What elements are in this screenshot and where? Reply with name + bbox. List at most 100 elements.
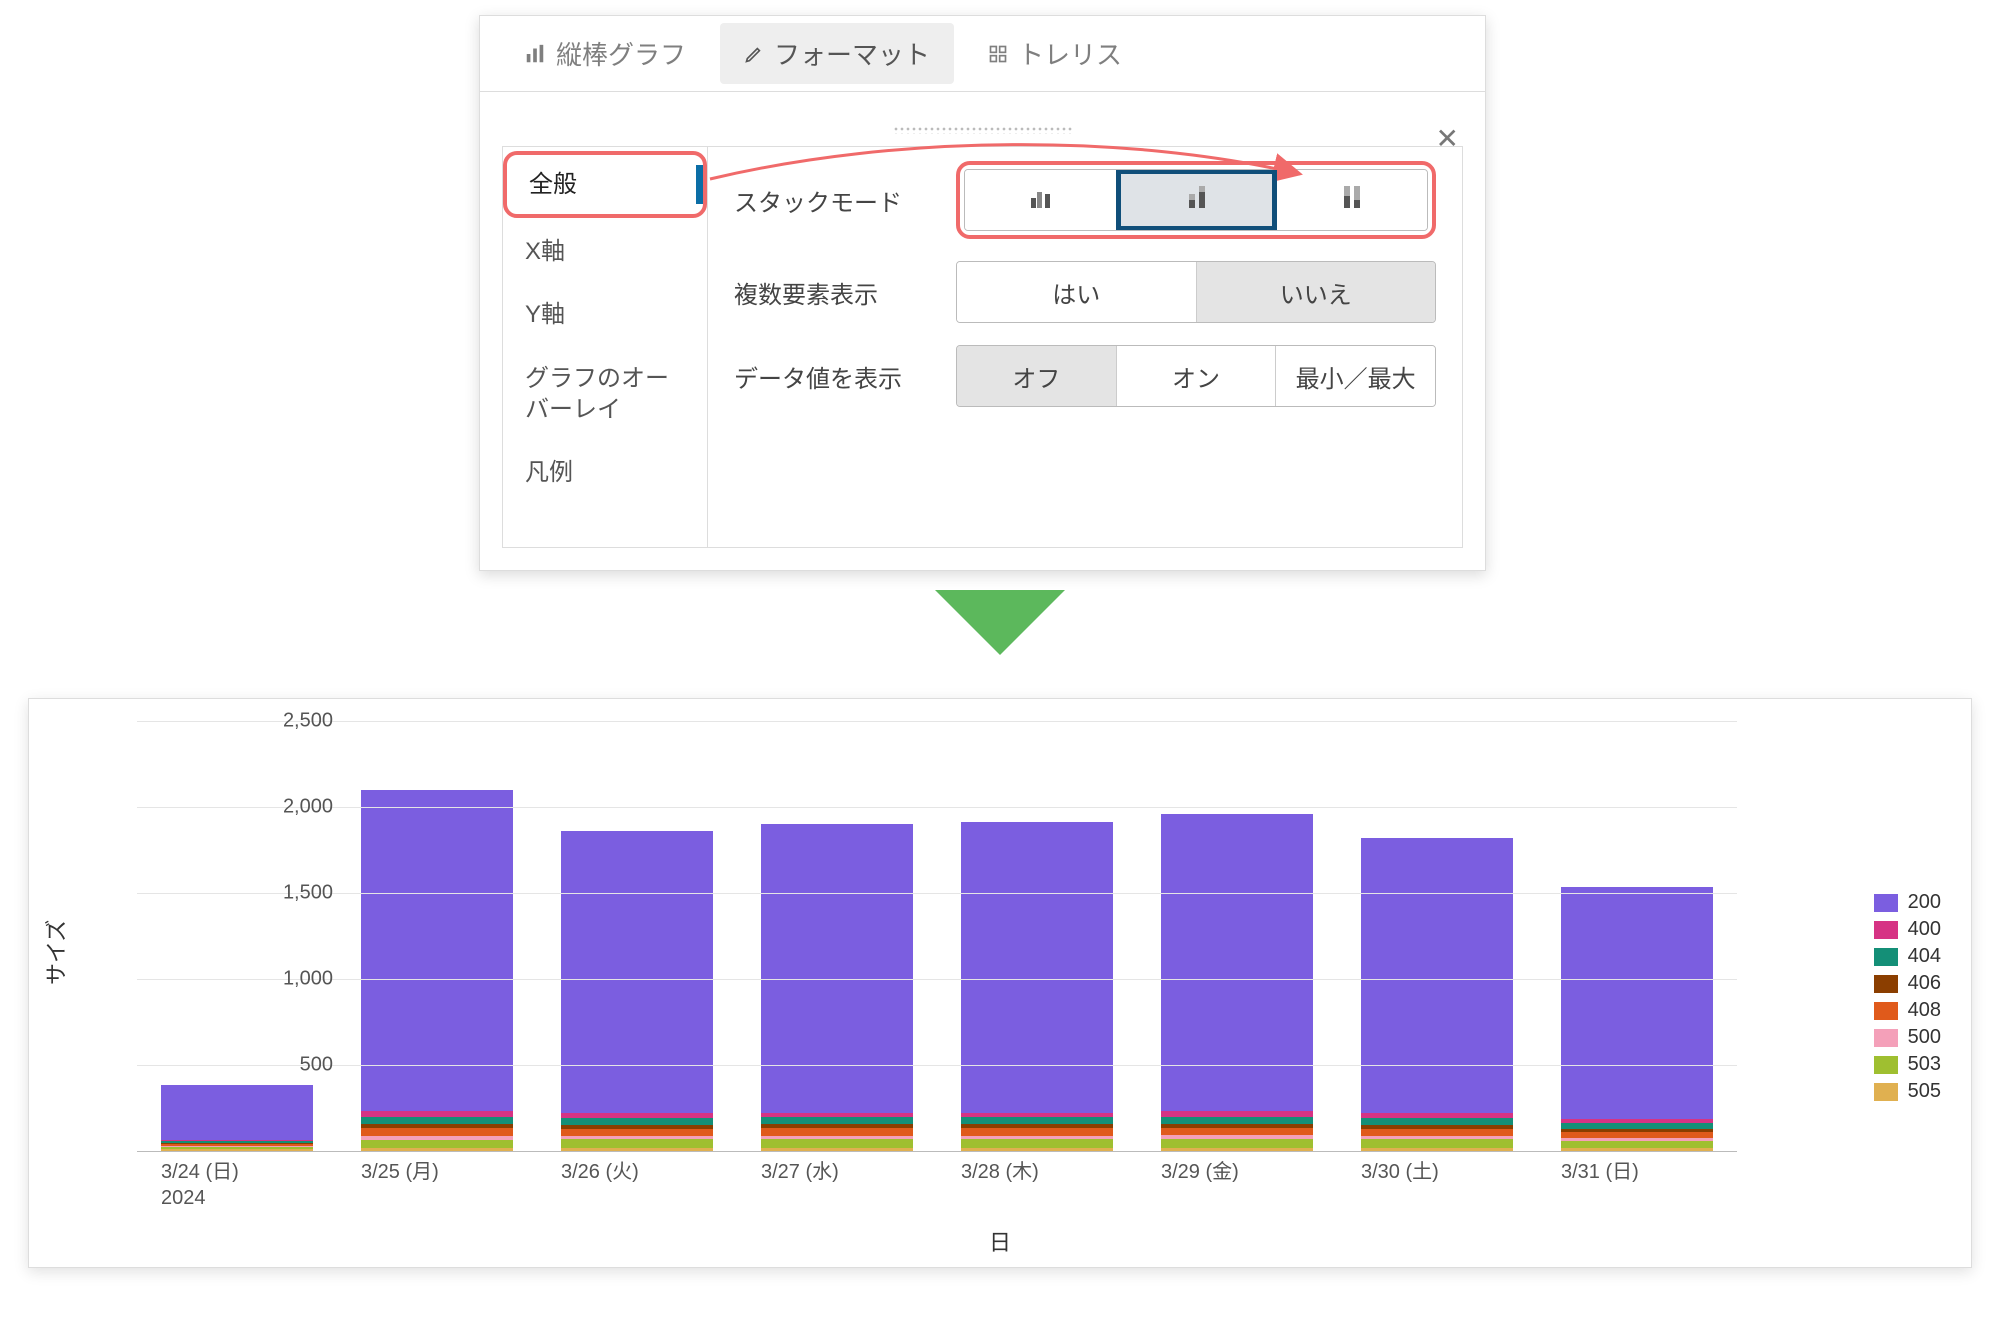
x-tick-label: 3/29 (金) <box>1161 1159 1239 1185</box>
stacked-bars-icon <box>1183 184 1211 217</box>
sidebar-item-label: X軸 <box>525 238 565 265</box>
seg-label: 最小／最大 <box>1296 359 1416 394</box>
settings-area: スタックモード <box>708 147 1462 547</box>
row-label: スタックモード <box>734 183 934 218</box>
stack-mode-100pct[interactable] <box>1276 170 1427 230</box>
show-values-minmax[interactable]: 最小／最大 <box>1276 346 1435 406</box>
gridline <box>137 721 1737 722</box>
tab-format[interactable]: フォーマット <box>720 23 954 84</box>
bar-segment <box>161 1085 313 1140</box>
bar-stack[interactable] <box>1561 887 1713 1151</box>
bar-stack[interactable] <box>961 822 1113 1151</box>
row-multi-elements: 複数要素表示 はい いいえ <box>734 261 1436 323</box>
format-settings-panel: 縦棒グラフ フォーマット トレリス ✕ 全般 X軸 Y軸 <box>479 15 1486 571</box>
y-axis-label: サイズ <box>39 920 71 985</box>
bar-segment <box>761 1139 913 1147</box>
stack-mode-none[interactable] <box>965 170 1117 230</box>
legend-item[interactable]: 200 <box>1874 891 1941 914</box>
sidebar-item-legend[interactable]: 凡例 <box>503 443 707 502</box>
y-tick-label: 2,500 <box>253 710 333 733</box>
gridline <box>137 893 1737 894</box>
sidebar-item-label: グラフのオーバーレイ <box>525 365 669 423</box>
stack-mode-group <box>964 169 1428 231</box>
drag-handle[interactable] <box>893 126 1073 134</box>
gridline <box>137 1065 1737 1066</box>
legend-label: 200 <box>1908 891 1941 914</box>
legend-label: 500 <box>1908 1026 1941 1049</box>
sidebar-item-overlay[interactable]: グラフのオーバーレイ <box>503 349 707 439</box>
legend-swatch <box>1874 948 1898 966</box>
sidebar-item-yaxis[interactable]: Y軸 <box>503 285 707 344</box>
bar-segment <box>561 1129 713 1136</box>
bar-segment <box>361 1117 513 1124</box>
seg-label: いいえ <box>1280 275 1352 310</box>
bar-stack[interactable] <box>1161 814 1313 1151</box>
grouped-bars-icon <box>1027 184 1055 217</box>
multi-elem-yes[interactable]: はい <box>957 262 1197 322</box>
bar-stack[interactable] <box>161 1085 313 1151</box>
bar-stack[interactable] <box>561 831 713 1151</box>
show-values-group: オフ オン 最小／最大 <box>956 345 1436 407</box>
sidebar-item-general[interactable]: 全般 <box>503 151 707 218</box>
x-tick-label: 3/30 (土) <box>1361 1159 1439 1185</box>
legend-item[interactable]: 404 <box>1874 945 1941 968</box>
legend-item[interactable]: 503 <box>1874 1053 1941 1076</box>
row-show-values: データ値を表示 オフ オン 最小／最大 <box>734 345 1436 407</box>
bar-segment <box>1161 1139 1313 1147</box>
row-label: データ値を表示 <box>734 359 934 394</box>
bar-stack[interactable] <box>761 824 913 1151</box>
show-values-off[interactable]: オフ <box>957 346 1117 406</box>
bar-segment <box>361 790 513 1112</box>
y-tick-label: 2,000 <box>253 796 333 819</box>
x-tick-label: 3/24 (日)2024 <box>161 1159 239 1211</box>
bar-segment <box>361 1128 513 1136</box>
sidebar-item-label: 凡例 <box>525 459 573 486</box>
legend-swatch <box>1874 1056 1898 1074</box>
bar-slot <box>137 721 337 1151</box>
sidebar-item-label: Y軸 <box>525 301 565 328</box>
legend-swatch <box>1874 921 1898 939</box>
bar-slot <box>937 721 1137 1151</box>
legend-item[interactable]: 505 <box>1874 1080 1941 1103</box>
legend-item[interactable]: 408 <box>1874 999 1941 1022</box>
y-tick-label: 1,000 <box>253 968 333 991</box>
stack-mode-highlight <box>956 161 1436 239</box>
legend-label: 505 <box>1908 1080 1941 1103</box>
legend-item[interactable]: 406 <box>1874 972 1941 995</box>
tab-format-label: フォーマット <box>774 35 930 72</box>
stacked-100-icon <box>1338 184 1366 217</box>
bar-stack[interactable] <box>1361 838 1513 1151</box>
bar-segment <box>1561 887 1713 1119</box>
y-tick-label: 500 <box>253 1054 333 1077</box>
legend-label: 408 <box>1908 999 1941 1022</box>
seg-label: オン <box>1172 359 1220 394</box>
legend-item[interactable]: 400 <box>1874 918 1941 941</box>
bar-segment <box>761 1128 913 1135</box>
seg-label: はい <box>1052 275 1100 310</box>
chart-legend: 200 400 404 406 408 500 503 505 <box>1874 891 1941 1103</box>
tab-bar-chart[interactable]: 縦棒グラフ <box>500 23 710 84</box>
show-values-on[interactable]: オン <box>1117 346 1277 406</box>
panel-tabs: 縦棒グラフ フォーマット トレリス <box>480 16 1485 92</box>
bar-segment <box>1161 1117 1313 1124</box>
legend-label: 400 <box>1908 918 1941 941</box>
panel-body: 全般 X軸 Y軸 グラフのオーバーレイ 凡例 スタックモード <box>502 146 1463 548</box>
legend-item[interactable]: 500 <box>1874 1026 1941 1049</box>
multi-elem-no[interactable]: いいえ <box>1197 262 1436 322</box>
tab-trellis[interactable]: トレリス <box>964 23 1146 84</box>
legend-label: 503 <box>1908 1053 1941 1076</box>
stack-mode-stacked[interactable] <box>1116 169 1277 231</box>
x-tick-label: 3/28 (木) <box>961 1159 1039 1185</box>
gridline <box>137 807 1737 808</box>
tab-trellis-label: トレリス <box>1018 35 1122 72</box>
legend-label: 404 <box>1908 945 1941 968</box>
legend-label: 406 <box>1908 972 1941 995</box>
seg-label: オフ <box>1012 359 1060 394</box>
sidebar-item-xaxis[interactable]: X軸 <box>503 222 707 281</box>
bar-slot <box>1137 721 1337 1151</box>
bar-segment <box>1561 1141 1713 1148</box>
bar-stack[interactable] <box>361 790 513 1151</box>
bar-segment <box>961 1117 1113 1124</box>
x-tick-label: 3/31 (日) <box>1561 1159 1639 1185</box>
x-axis-label: 日 <box>989 1225 1011 1257</box>
